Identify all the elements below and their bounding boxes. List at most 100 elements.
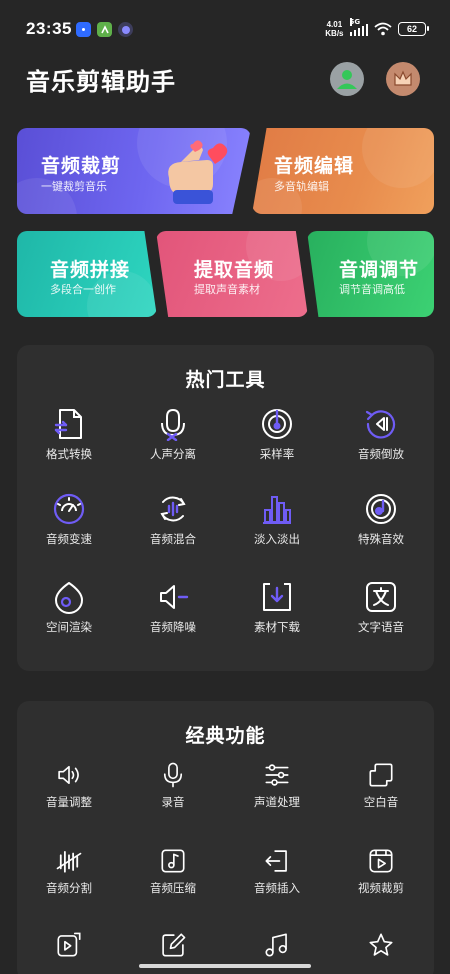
network-speed-value: 4.01 xyxy=(326,20,343,29)
feature-video-trim[interactable]: 视频裁剪 xyxy=(329,847,433,896)
app-notification-icon-purple xyxy=(118,22,133,37)
pitch-adjust-card[interactable]: 音调调节 调节音调高低 xyxy=(307,231,434,317)
pitch-adjust-subtitle: 调节音调高低 xyxy=(339,283,405,296)
tool-text-to-speech[interactable]: 文字语音 xyxy=(329,580,433,635)
tool-vocal-separate[interactable]: 人声分离 xyxy=(121,407,225,462)
reverse-play-icon xyxy=(365,410,396,439)
tool-label: 音频分割 xyxy=(46,881,92,895)
feature-audio-compress[interactable]: 音频压缩 xyxy=(121,847,225,896)
audio-edit-card[interactable]: 音频编辑 多音轨编辑 xyxy=(252,128,434,214)
sample-rate-icon xyxy=(262,409,292,439)
tool-label: 音量调整 xyxy=(46,795,92,809)
format-convert-icon xyxy=(54,409,82,439)
audio-splice-subtitle: 多段合一创作 xyxy=(50,283,116,296)
user-icon xyxy=(337,70,357,89)
tool-fade-in-out[interactable]: 淡入淡出 xyxy=(225,492,329,547)
tool-speed-change[interactable]: 音频变速 xyxy=(17,492,121,547)
extract-audio-subtitle: 提取声音素材 xyxy=(194,283,260,296)
tool-label: 音频插入 xyxy=(254,881,300,895)
tool-audio-mix[interactable]: 音频混合 xyxy=(121,492,225,547)
tool-spatial-render[interactable]: 空间渲染 xyxy=(17,580,121,635)
tool-label: 淡入淡出 xyxy=(254,532,300,546)
status-indicators: 4.01 KB/s 5G 62 xyxy=(325,17,429,38)
audio-edit-title: 音频编辑 xyxy=(274,155,355,177)
status-bar: 23:35 4.01 KB/s 5G 62 xyxy=(0,0,450,60)
tool-special-effect[interactable]: 特殊音效 xyxy=(329,492,433,547)
tool-reverse-play[interactable]: 音频倒放 xyxy=(329,407,433,462)
volume-icon xyxy=(58,765,79,785)
audio-trim-subtitle: 一键裁剪音乐 xyxy=(41,180,107,193)
audio-split-icon xyxy=(56,851,82,873)
tool-label: 特殊音效 xyxy=(358,532,404,546)
star-icon xyxy=(369,933,393,956)
music-note-icon xyxy=(265,933,287,957)
feature-volume[interactable]: 音量调整 xyxy=(17,761,121,810)
tool-label: 声道处理 xyxy=(254,795,300,809)
user-avatar-button[interactable] xyxy=(330,62,364,96)
audio-mix-icon xyxy=(160,496,186,522)
app-notification-icon-green xyxy=(97,22,112,37)
extract-audio-card[interactable]: 提取音频 提取声音素材 xyxy=(156,231,308,317)
tool-label: 录音 xyxy=(161,795,185,809)
feature-video-audio[interactable] xyxy=(17,931,121,959)
material-download-icon xyxy=(263,583,291,611)
tool-label: 音频混合 xyxy=(150,532,196,546)
video-audio-icon xyxy=(57,932,81,957)
audio-trim-card[interactable]: 音频裁剪 一键裁剪音乐 xyxy=(17,128,251,214)
feature-channel[interactable]: 声道处理 xyxy=(225,761,329,810)
battery-indicator: 62 xyxy=(398,22,429,36)
app-notification-icon-blue xyxy=(76,22,91,37)
network-speed-unit: KB/s xyxy=(325,29,344,38)
pitch-adjust-title: 音调调节 xyxy=(339,259,420,281)
tool-label: 文字语音 xyxy=(358,620,404,634)
hot-tools-panel: 热门工具 格式转换 人声分离 采样率 音频倒放 音频变速 音频混合 淡入淡出 特… xyxy=(17,345,434,671)
audio-insert-icon xyxy=(265,850,287,872)
speed-change-icon xyxy=(53,493,85,525)
feature-music[interactable] xyxy=(225,931,329,959)
vocal-separate-icon xyxy=(161,408,185,441)
wifi-icon xyxy=(374,22,392,36)
blank-sound-icon xyxy=(369,763,393,787)
tool-label: 视频裁剪 xyxy=(358,881,404,895)
tool-label: 人声分离 xyxy=(150,447,196,461)
tool-label: 采样率 xyxy=(259,447,295,461)
audio-splice-card[interactable]: 音频拼接 多段合一创作 xyxy=(17,231,157,317)
vip-badge-button[interactable] xyxy=(386,62,420,96)
feature-edit[interactable] xyxy=(121,931,225,959)
tool-label: 音频变速 xyxy=(46,532,92,546)
classic-features-title: 经典功能 xyxy=(185,725,266,747)
tool-noise-reduce[interactable]: 音频降噪 xyxy=(121,580,225,635)
feature-record[interactable]: 录音 xyxy=(121,761,225,810)
extract-audio-title: 提取音频 xyxy=(194,259,275,281)
classic-features-panel: 经典功能 音量调整 录音 声道处理 空白音 音频分割 音频压缩 音频插入 视频裁… xyxy=(17,701,434,974)
channel-sliders-icon xyxy=(265,764,289,786)
tool-label: 空白音 xyxy=(363,795,399,809)
tool-label: 空间渲染 xyxy=(46,620,92,634)
home-indicator[interactable] xyxy=(139,964,311,968)
feature-audio-split[interactable]: 音频分割 xyxy=(17,847,121,896)
status-time: 23:35 xyxy=(26,19,72,38)
audio-edit-subtitle: 多音轨编辑 xyxy=(274,180,329,193)
special-effect-icon xyxy=(366,494,396,524)
tool-material-download[interactable]: 素材下载 xyxy=(225,580,329,635)
status-notification-icons xyxy=(76,22,133,37)
feature-favorite[interactable] xyxy=(329,931,433,959)
hot-tools-title: 热门工具 xyxy=(185,369,266,391)
network-speed: 4.01 KB/s xyxy=(325,20,343,38)
tool-label: 格式转换 xyxy=(46,447,92,461)
feature-blank-sound[interactable]: 空白音 xyxy=(329,761,433,810)
tool-label: 音频压缩 xyxy=(150,881,196,895)
audio-splice-title: 音频拼接 xyxy=(50,259,131,281)
text-to-speech-icon xyxy=(366,582,396,612)
edit-pen-icon xyxy=(162,933,186,957)
tool-format-convert[interactable]: 格式转换 xyxy=(17,407,121,462)
tool-label: 素材下载 xyxy=(254,620,300,634)
crown-icon xyxy=(394,70,412,86)
tool-label: 音频倒放 xyxy=(358,447,404,461)
feature-audio-insert[interactable]: 音频插入 xyxy=(225,847,329,896)
tool-label: 音频降噪 xyxy=(150,620,196,634)
network-type: 5G xyxy=(349,17,361,26)
noise-reduce-icon xyxy=(160,585,189,609)
tool-sample-rate[interactable]: 采样率 xyxy=(225,407,329,462)
spatial-render-icon xyxy=(55,582,83,614)
